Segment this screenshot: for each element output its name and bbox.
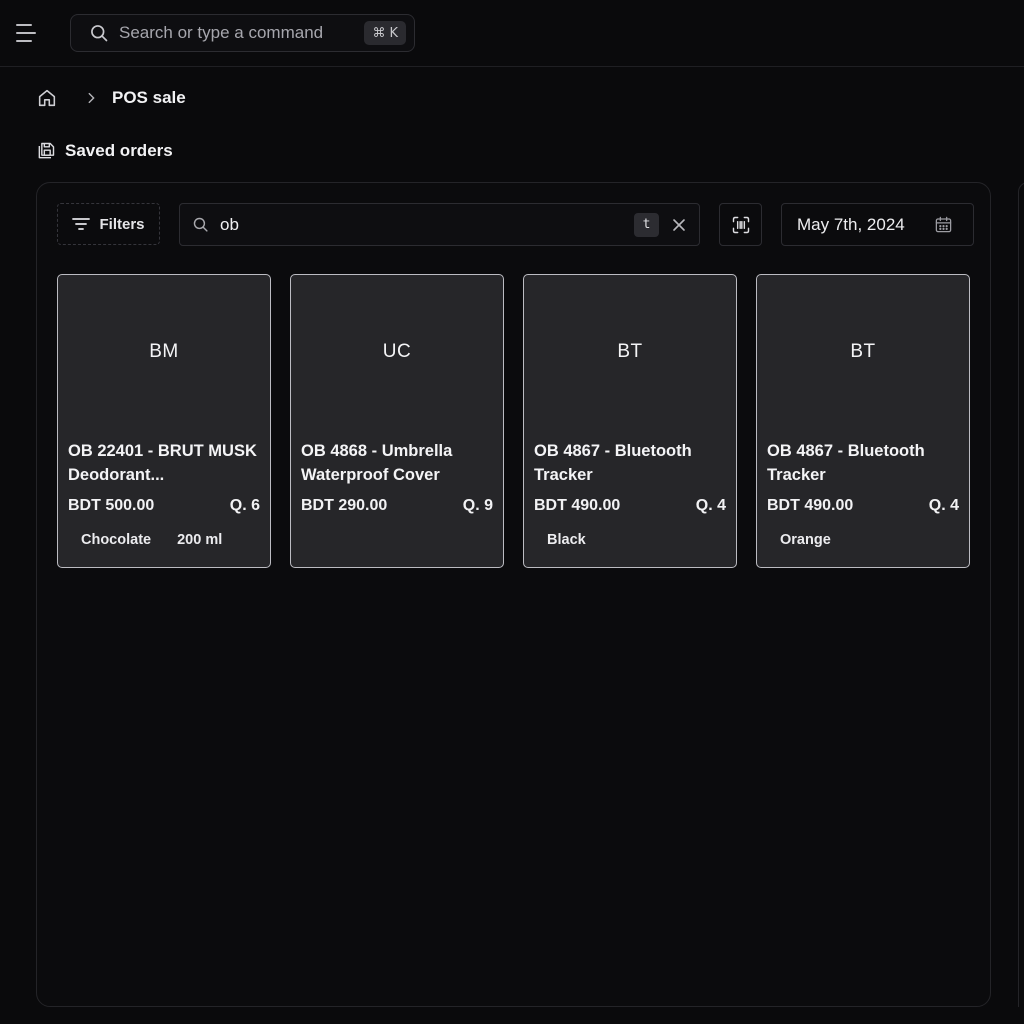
product-price: BDT 490.00	[767, 497, 854, 514]
product-name: OB 4867 - Bluetooth Tracker	[767, 442, 925, 484]
top-bar: Search or type a command ⌘ K	[0, 0, 1024, 67]
barcode-scan-button[interactable]	[719, 203, 762, 246]
product-price: BDT 490.00	[534, 497, 621, 514]
product-attribute: 200 ml	[177, 532, 223, 548]
product-attribute: Chocolate	[81, 532, 152, 548]
product-quantity: Q. 4	[928, 497, 959, 514]
product-attributes: Chocolate 200 ml	[68, 532, 235, 548]
product-card[interactable]: UC OB 4868 - Umbrella Waterproof Cover B…	[290, 274, 504, 568]
product-initials: BT	[850, 341, 876, 362]
shortcut-key: K	[389, 25, 398, 41]
product-quantity: Q. 6	[229, 497, 260, 514]
command-search[interactable]: Search or type a command ⌘ K	[70, 14, 415, 52]
product-initials: UC	[382, 341, 412, 362]
product-name: OB 4868 - Umbrella Waterproof Cover	[301, 442, 453, 484]
products-panel: Filters t May 7th, 2024	[36, 182, 991, 1007]
home-icon[interactable]	[36, 87, 58, 109]
filter-icon	[72, 218, 91, 230]
product-attribute: Black	[547, 532, 586, 548]
product-attribute: Orange	[780, 532, 831, 548]
hamburger-menu-icon[interactable]	[16, 22, 42, 44]
shortcut-badge: ⌘ K	[364, 21, 406, 45]
command-key-symbol: ⌘	[372, 25, 386, 41]
product-name: OB 4867 - Bluetooth Tracker	[534, 442, 692, 484]
product-quantity: Q. 4	[695, 497, 726, 514]
product-name: OB 22401 - BRUT MUSK Deodorant...	[68, 442, 257, 484]
filters-button[interactable]: Filters	[57, 203, 160, 245]
product-attributes: Black	[534, 532, 599, 548]
section-header: Saved orders	[36, 139, 173, 163]
command-search-placeholder: Search or type a command	[119, 23, 324, 42]
product-price: BDT 290.00	[301, 497, 388, 514]
date-picker[interactable]: May 7th, 2024	[781, 203, 974, 246]
product-price: BDT 500.00	[68, 497, 155, 514]
product-search-field[interactable]: t	[179, 203, 700, 246]
breadcrumb-current: POS sale	[112, 88, 186, 107]
search-icon	[193, 217, 208, 232]
calendar-icon	[935, 216, 952, 233]
chevron-right-icon	[88, 92, 95, 104]
date-label: May 7th, 2024	[797, 214, 905, 234]
product-card[interactable]: BT OB 4867 - Bluetooth Tracker BDT 490.0…	[756, 274, 970, 568]
product-card[interactable]: BT OB 4867 - Bluetooth Tracker BDT 490.0…	[523, 274, 737, 568]
product-card[interactable]: BM OB 22401 - BRUT MUSK Deodorant... BDT…	[57, 274, 271, 568]
filters-label: Filters	[99, 215, 145, 233]
product-initials: BT	[617, 341, 643, 362]
section-title: Saved orders	[65, 141, 173, 160]
close-icon[interactable]	[671, 217, 687, 233]
side-panel-edge	[1018, 182, 1024, 1007]
save-icon	[38, 142, 55, 159]
product-search-input[interactable]	[218, 204, 634, 245]
product-initials: BM	[149, 341, 179, 362]
product-quantity: Q. 9	[462, 497, 493, 514]
search-icon	[91, 25, 108, 42]
shortcut-badge: t	[634, 212, 659, 237]
product-attributes: Orange	[767, 532, 844, 548]
breadcrumb: POS sale	[36, 85, 186, 111]
barcode-scan-icon	[732, 216, 749, 233]
